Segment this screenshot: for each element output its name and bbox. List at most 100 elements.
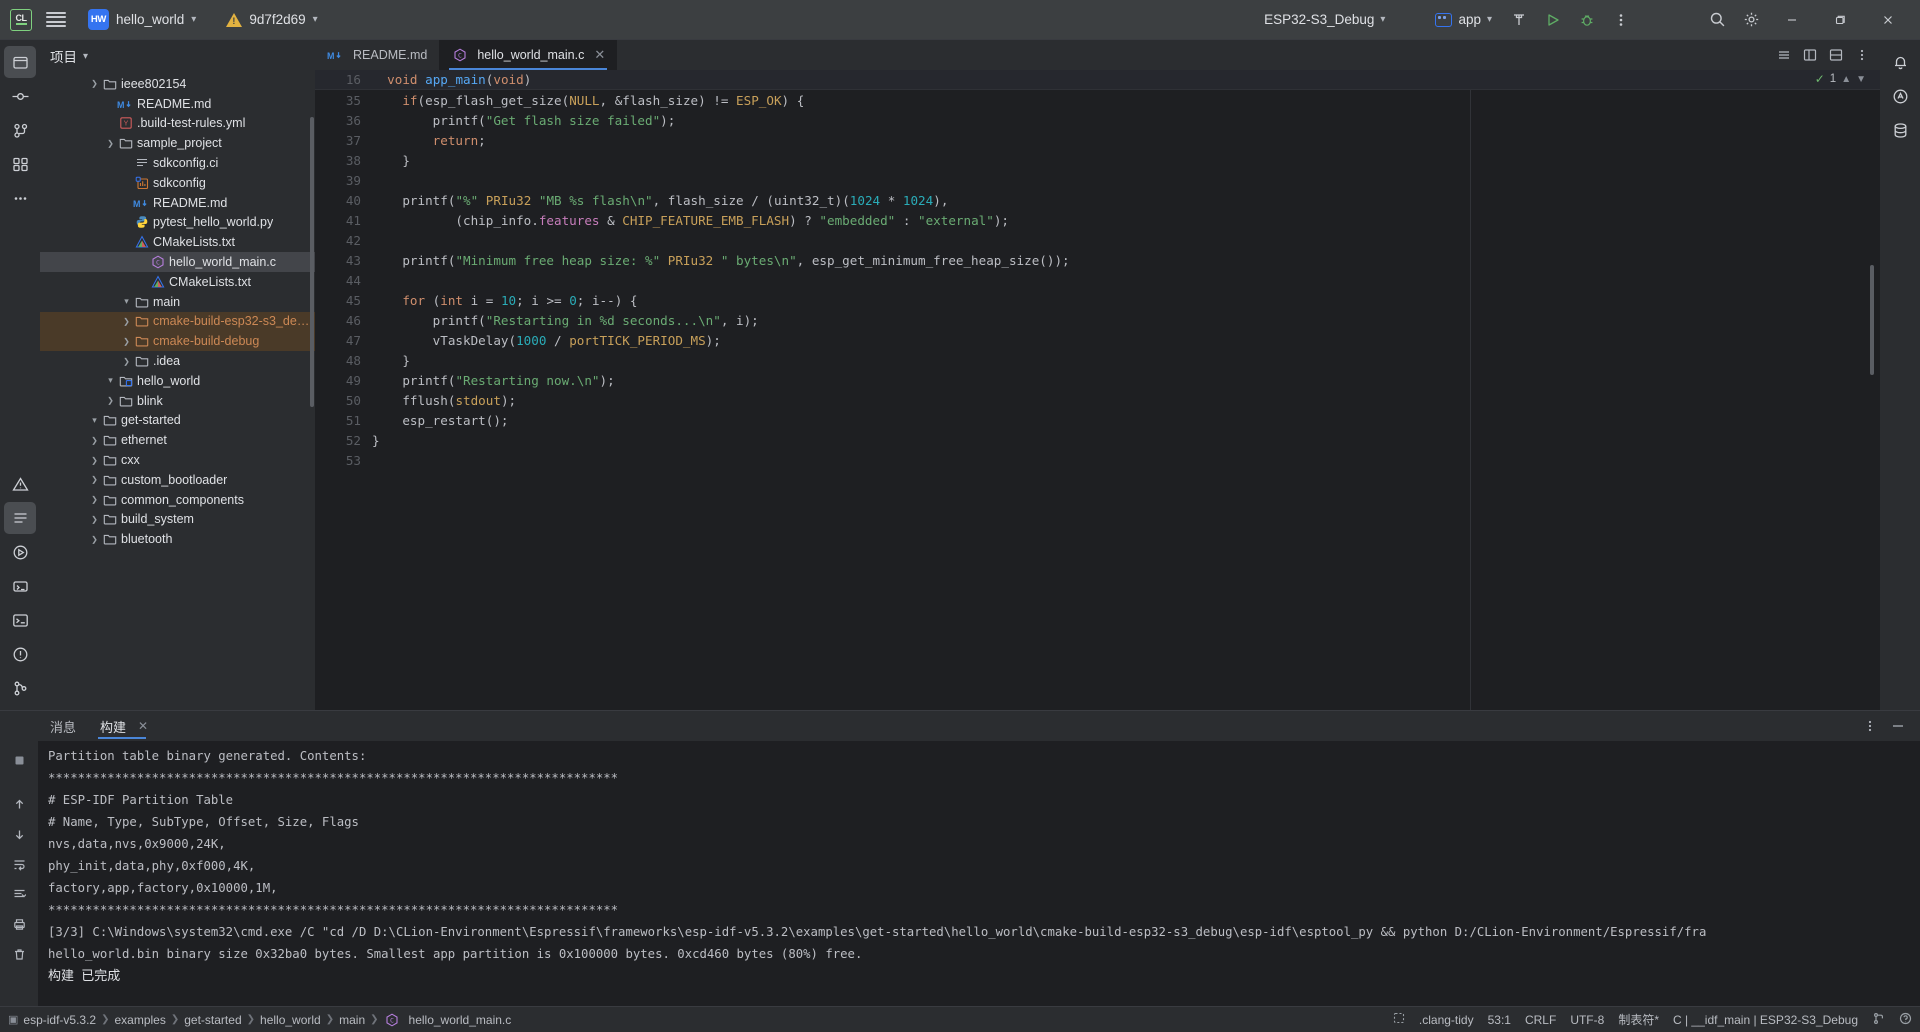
tree-item-main[interactable]: ▾ main (40, 292, 315, 312)
print-button[interactable] (6, 911, 32, 937)
maximize-button[interactable] (1818, 1, 1862, 39)
close-tab-icon[interactable]: ✕ (138, 719, 148, 733)
code-line[interactable]: 53 (315, 450, 1880, 470)
code-line[interactable]: 48 } (315, 350, 1880, 370)
tree-item-hello-world[interactable]: ▾ hello_world (40, 371, 315, 391)
build-console-output[interactable]: Partition table binary generated. Conten… (38, 741, 1920, 1006)
breadcrumb-item[interactable]: esp-idf-v5.3.2 (23, 1013, 96, 1027)
breadcrumb-item[interactable]: hello_world_main.c (409, 1013, 512, 1027)
code-line[interactable]: 38 } (315, 150, 1880, 170)
tree-item-cmakelists-txt[interactable]: CMakeLists.txt (40, 232, 315, 252)
breadcrumb-item[interactable]: examples (115, 1013, 166, 1027)
chevron-right-icon[interactable]: ❯ (104, 139, 117, 148)
more-options-button[interactable] (1606, 5, 1636, 35)
indent-setting[interactable]: 制表符* (1618, 1011, 1659, 1028)
code-line[interactable]: 41 (chip_info.features & CHIP_FEATURE_EM… (315, 210, 1880, 230)
chevron-up-icon[interactable]: ▲ (1841, 74, 1851, 85)
project-panel-title[interactable]: 项目 (50, 46, 77, 66)
chevron-right-icon[interactable]: ❯ (88, 436, 101, 445)
chevron-down-icon[interactable]: ▾ (88, 415, 101, 426)
close-button[interactable] (1866, 1, 1910, 39)
code-line[interactable]: 46 printf("Restarting in %d seconds...\n… (315, 310, 1880, 330)
breadcrumb-item[interactable]: get-started (184, 1013, 241, 1027)
rail-problems-button[interactable] (4, 468, 36, 500)
bottom-panel-options-icon[interactable] (1858, 714, 1882, 738)
file-encoding[interactable]: UTF-8 (1570, 1013, 1604, 1027)
tree-item-cmake-build-esp32-s3-debug[interactable]: ❯ cmake-build-esp32-s3_debug (40, 311, 315, 332)
code-line[interactable]: 35 if(esp_flash_get_size(NULL, &flash_si… (315, 90, 1880, 110)
code-line[interactable]: 52} (315, 430, 1880, 450)
tree-item-common-components[interactable]: ❯ common_components (40, 490, 315, 510)
chevron-down-icon[interactable]: ▾ (104, 375, 117, 386)
debug-button[interactable] (1572, 5, 1602, 35)
code-line[interactable]: 42 (315, 230, 1880, 250)
clear-output-button[interactable] (6, 941, 32, 967)
tree-item-readme-md[interactable]: M README.md (40, 94, 315, 114)
code-line[interactable]: 49 printf("Restarting now.\n"); (315, 370, 1880, 390)
bottom-tab-build[interactable]: 构建 ✕ (88, 711, 160, 741)
clang-tidy-status[interactable]: .clang-tidy (1419, 1013, 1474, 1027)
rail-commit-button[interactable] (4, 80, 36, 112)
tree-item-cxx[interactable]: ❯ cxx (40, 450, 315, 470)
tree-item-sample-project[interactable]: ❯ sample_project (40, 133, 315, 153)
code-line[interactable]: 36 printf("Get flash size failed"); (315, 110, 1880, 130)
tree-item-blink[interactable]: ❯ blink (40, 391, 315, 411)
rail-database-button[interactable] (1884, 114, 1916, 146)
git-branch-icon[interactable] (1872, 1012, 1885, 1028)
run-button[interactable] (1538, 5, 1568, 35)
read-only-icon[interactable] (1393, 1012, 1405, 1027)
tree-item-readme-md[interactable]: M README.md (40, 193, 315, 213)
run-configuration-selector[interactable]: ESP32-S3_Debug ▾ (1256, 8, 1393, 31)
code-line[interactable]: 51 esp_restart(); (315, 410, 1880, 430)
chevron-down-icon[interactable]: ▾ (83, 51, 88, 62)
line-separator[interactable]: CRLF (1525, 1013, 1556, 1027)
tree-item-build-system[interactable]: ❯ build_system (40, 510, 315, 530)
inspection-widget[interactable]: ✓ 1 ▲ ▼ (1815, 72, 1866, 86)
tree-item-pytest-hello-world-py[interactable]: pytest_hello_world.py (40, 213, 315, 233)
close-tab-icon[interactable]: ✕ (594, 47, 605, 63)
target-selector[interactable]: app ▾ (1427, 8, 1500, 31)
chevron-right-icon[interactable]: ❯ (120, 357, 133, 366)
caret-position[interactable]: 53:1 (1488, 1013, 1511, 1027)
code-editor[interactable]: 16 void app_main(void) ✓ 1 ▲ ▼ 35 if(esp… (315, 70, 1880, 710)
split-vertically-icon[interactable] (1798, 43, 1822, 67)
bottom-tab-messages[interactable]: 消息 (38, 711, 88, 741)
tree-item-get-started[interactable]: ▾ get-started (40, 411, 315, 431)
code-line[interactable]: 39 (315, 170, 1880, 190)
stop-build-button[interactable] (6, 747, 32, 773)
next-problem-button[interactable] (6, 821, 32, 847)
split-horizontally-icon[interactable] (1824, 43, 1848, 67)
code-line[interactable]: 40 printf("%" PRIu32 "MB %s flash\n", fl… (315, 190, 1880, 210)
breadcrumb-item[interactable]: hello_world (260, 1013, 321, 1027)
chevron-right-icon[interactable]: ❯ (88, 79, 101, 88)
chevron-right-icon[interactable]: ❯ (104, 396, 117, 405)
breadcrumb-item[interactable]: main (339, 1013, 365, 1027)
chevron-right-icon[interactable]: ❯ (88, 495, 101, 504)
vcs-branch-selector[interactable]: 9d7f2d69 ▾ (218, 9, 325, 30)
rail-notifications-button[interactable] (4, 638, 36, 670)
chevron-down-icon[interactable]: ▼ (1856, 74, 1866, 85)
tree-item-ethernet[interactable]: ❯ ethernet (40, 430, 315, 450)
project-selector[interactable]: HW hello_world ▾ (80, 6, 204, 33)
editor-vertical-scrollbar[interactable] (1870, 265, 1874, 375)
code-line[interactable]: 43 printf("Minimum free heap size: %" PR… (315, 250, 1880, 270)
code-line[interactable]: 45 for (int i = 10; i >= 0; i--) { (315, 290, 1880, 310)
code-line[interactable]: 47 vTaskDelay(1000 / portTICK_PERIOD_MS)… (315, 330, 1880, 350)
tree-item-build-test-rules-yml[interactable]: Y .build-test-rules.yml (40, 114, 315, 134)
rail-build-button[interactable] (4, 502, 36, 534)
hamburger-icon[interactable] (46, 11, 66, 28)
editor-more-icon[interactable] (1850, 43, 1874, 67)
rail-structure-button[interactable] (4, 148, 36, 180)
tree-item-sdkconfig-ci[interactable]: sdkconfig.ci (40, 153, 315, 173)
tree-item-cmake-build-debug[interactable]: ❯ cmake-build-debug (40, 331, 315, 352)
tree-item-sdkconfig[interactable]: sdkconfig (40, 173, 315, 193)
tree-item-cmakelists-txt[interactable]: CMakeLists.txt (40, 272, 315, 292)
rail-run-button[interactable] (4, 536, 36, 568)
rail-vcs-button[interactable] (4, 672, 36, 704)
tree-item-idea[interactable]: ❯ .idea (40, 351, 315, 371)
tree-item-bluetooth[interactable]: ❯ bluetooth (40, 529, 315, 549)
rail-project-button[interactable] (4, 46, 36, 78)
previous-problem-button[interactable] (6, 791, 32, 817)
rail-pull-requests-button[interactable] (4, 114, 36, 146)
tree-item-ieee802154[interactable]: ❯ ieee802154 (40, 74, 315, 94)
